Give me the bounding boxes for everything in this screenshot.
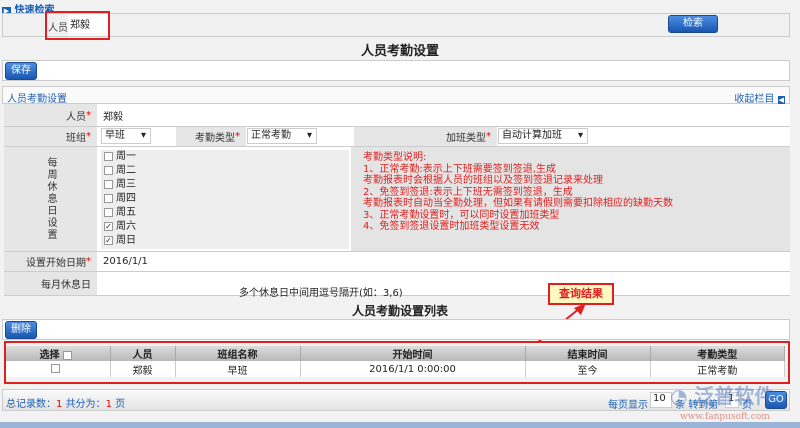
table-highlight-box [4, 341, 790, 384]
checkbox[interactable] [104, 151, 113, 161]
section-title: 人员考勤设置 [7, 94, 67, 105]
weekday-label: 周五 [116, 207, 136, 218]
note-line: 4、免签到签退设置时加班类型设置无效 [363, 221, 540, 232]
weekday-label: 周六 [116, 221, 136, 232]
list-title: 人员考勤设置列表 [351, 304, 448, 318]
checkbox[interactable]: ✓ [104, 221, 113, 231]
weekly-rest-label: 每周休息日设置 [45, 157, 56, 241]
weekday-checkbox-2[interactable]: 周三 [101, 178, 349, 192]
section-header: 人员考勤设置 收起栏目 ◀ [2, 86, 790, 105]
weekday-checkbox-5[interactable]: ✓ 周六 [101, 220, 349, 234]
weekday-label: 周日 [116, 235, 136, 246]
start-date-row: 设置开始日期 * 2016/1/1 [4, 252, 790, 272]
overtime-type-select[interactable]: 自动计算加班 [498, 128, 588, 144]
overtime-type-label: 加班类型 [446, 133, 486, 144]
save-button[interactable]: 保存 [5, 62, 37, 80]
checkbox[interactable] [104, 207, 113, 217]
monthly-rest-label: 每月休息日 [41, 280, 91, 291]
note-line: 2、免签到签退:表示上下班无需签到签退，生成 [363, 186, 573, 198]
monthly-rest-row: 每月休息日 多个休息日中间用逗号隔开(如：3,6) [4, 272, 790, 299]
weekday-label: 周二 [116, 165, 136, 176]
note-line: 3、正常考勤设置时，可以同时设置加班类型 [363, 209, 560, 221]
window-bottom-border [0, 422, 800, 428]
checkbox[interactable] [104, 165, 113, 175]
watermark-url: www.fanpusoft.com [680, 412, 770, 422]
weekday-label: 周四 [116, 193, 136, 204]
watermark-logo: ◔ 泛普软件 [670, 384, 775, 408]
note-line: 考勤报表时会根据人员的班组以及签到签退记录来处理 [363, 175, 603, 186]
attendance-type-label: 考勤类型 [195, 133, 235, 144]
shift-label: 班组 [66, 133, 86, 144]
weekday-label: 周三 [116, 179, 136, 190]
toolbar [2, 60, 790, 81]
per-page-input[interactable]: 10 [650, 392, 672, 408]
highlight-box [45, 11, 110, 40]
checkbox[interactable]: ✓ [104, 235, 113, 245]
attendance-notes: 考勤类型说明: 1、正常考勤:表示上下班需要签到签退,生成 考勤报表时会根据人员… [351, 147, 790, 251]
pager-summary: 总记录数：1 共分为：1 页 [6, 399, 126, 410]
person-row: 人员 * 郑毅 [4, 104, 790, 127]
note-line: 1、正常考勤:表示上下班需要签到签退,生成 [363, 163, 556, 175]
weekly-rest-row: 每周休息日设置 周一 周二 周三 周四 周五 ✓ 周六 ✓ 周日 考勤类型说明: 1、正常考勤:… [4, 147, 790, 252]
weekday-checkbox-6[interactable]: ✓ 周日 [101, 234, 349, 248]
start-date-label: 设置开始日期 [26, 258, 86, 269]
shift-row: 班组* 早班 考勤类型* 正常考勤 加班类型* 自动计算加班 [4, 127, 790, 147]
checkbox[interactable] [104, 179, 113, 189]
shift-select[interactable]: 早班 [101, 128, 151, 144]
monthly-rest-hint: 多个休息日中间用逗号隔开(如：3,6) [239, 288, 403, 299]
note-line: 考勤类型说明: [363, 152, 427, 163]
collapse-link[interactable]: 收起栏目 ◀ [734, 90, 785, 105]
checkbox[interactable] [104, 193, 113, 203]
weekday-checkbox-1[interactable]: 周二 [101, 164, 349, 178]
page-title: 人员考勤设置 [360, 44, 439, 59]
list-toolbar [2, 319, 790, 340]
person-label: 人员 [66, 111, 86, 123]
start-date-input[interactable]: 2016/1/1 [103, 256, 148, 267]
weekday-checkbox-4[interactable]: 周五 [101, 206, 349, 220]
delete-button[interactable]: 删除 [5, 321, 37, 339]
search-button[interactable]: 检索 [668, 15, 718, 33]
weekday-checkbox-0[interactable]: 周一 [101, 150, 349, 164]
note-line: 考勤报表时自动当全勤处理，但如果有请假则需要扣除相应的缺勤天数 [363, 198, 673, 209]
weekday-checkbox-3[interactable]: 周四 [101, 192, 349, 206]
weekday-list: 周一 周二 周三 周四 周五 ✓ 周六 ✓ 周日 [101, 150, 349, 249]
weekday-label: 周一 [116, 151, 136, 162]
per-page-label: 每页显示 [608, 400, 648, 411]
person-value: 郑毅 [103, 112, 123, 123]
attendance-type-select[interactable]: 正常考勤 [247, 128, 317, 144]
collapse-icon: ◀ [777, 96, 785, 104]
